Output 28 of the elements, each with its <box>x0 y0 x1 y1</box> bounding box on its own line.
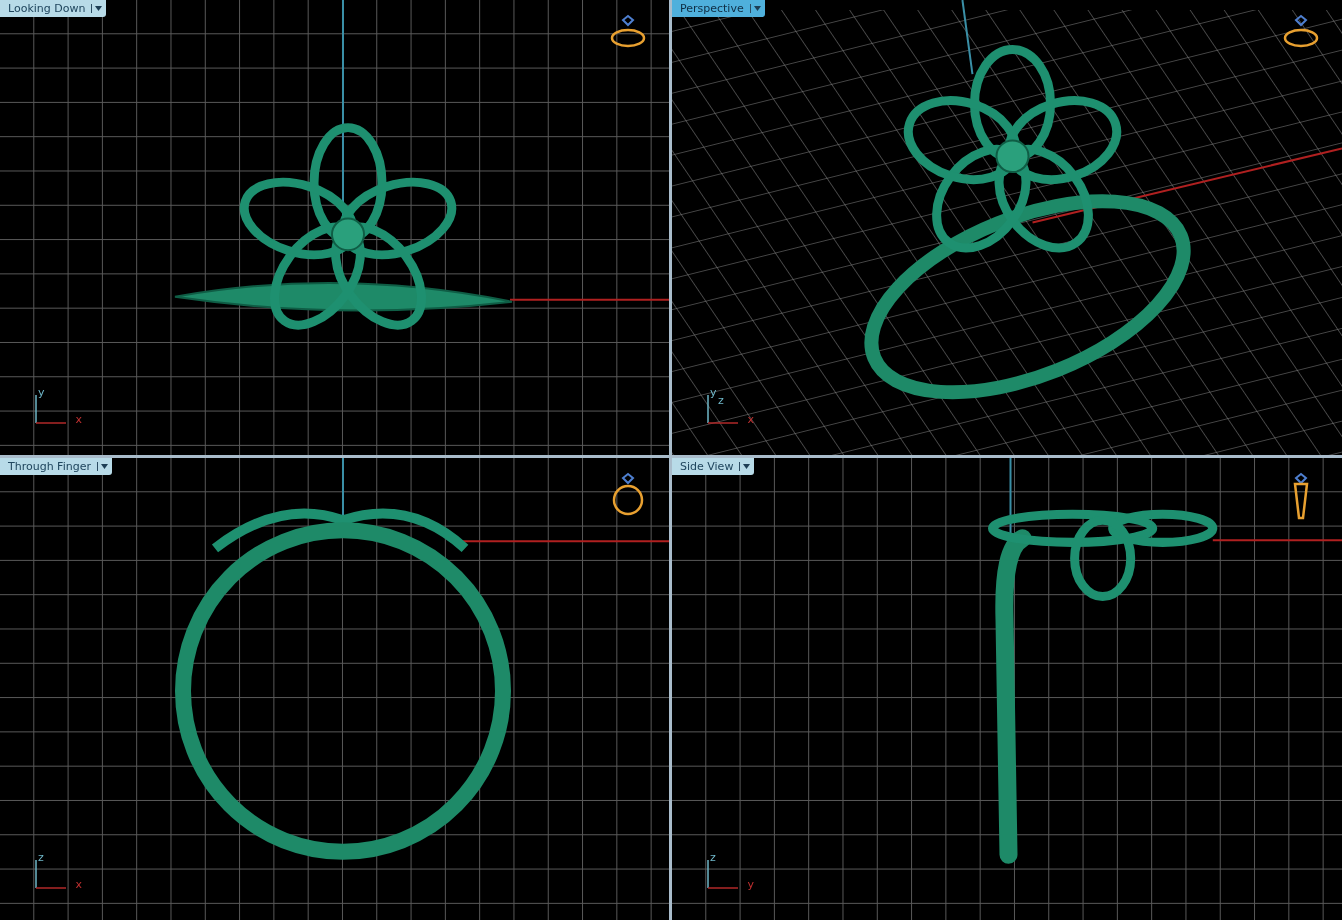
viewport-tab[interactable]: Looking Down <box>0 0 107 17</box>
axis-label: z <box>710 852 716 863</box>
caret-icon <box>743 464 751 469</box>
dropdown-button[interactable] <box>749 4 763 13</box>
axis-label: x <box>75 879 82 890</box>
viewport-tab[interactable]: Side View <box>672 458 755 475</box>
viewport[interactable]: Perspective y z x <box>672 0 1342 455</box>
viewport-title: Looking Down <box>8 2 86 15</box>
axis-label: y <box>38 387 45 398</box>
viewport-tab[interactable]: Through Finger <box>0 458 112 475</box>
caret-icon <box>95 6 103 11</box>
viewport-tab[interactable]: Perspective <box>672 0 765 17</box>
axis-label: y <box>747 879 754 890</box>
viewport-title: Perspective <box>680 2 744 15</box>
axis-label: x <box>747 414 754 425</box>
viewport[interactable]: Looking Down y x <box>0 0 669 455</box>
dropdown-button[interactable] <box>96 462 110 471</box>
dropdown-button[interactable] <box>739 462 753 471</box>
axis-label: x <box>75 414 82 425</box>
axis-label: z <box>718 395 724 406</box>
caret-icon <box>100 464 108 469</box>
axis-label: z <box>38 852 44 863</box>
viewport-title: Through Finger <box>8 460 91 473</box>
axis-label: y <box>710 387 717 398</box>
viewport[interactable]: Side View z y <box>672 458 1342 920</box>
viewport[interactable]: Through Finger z x <box>0 458 669 920</box>
viewport-title: Side View <box>680 460 734 473</box>
dropdown-button[interactable] <box>91 4 105 13</box>
